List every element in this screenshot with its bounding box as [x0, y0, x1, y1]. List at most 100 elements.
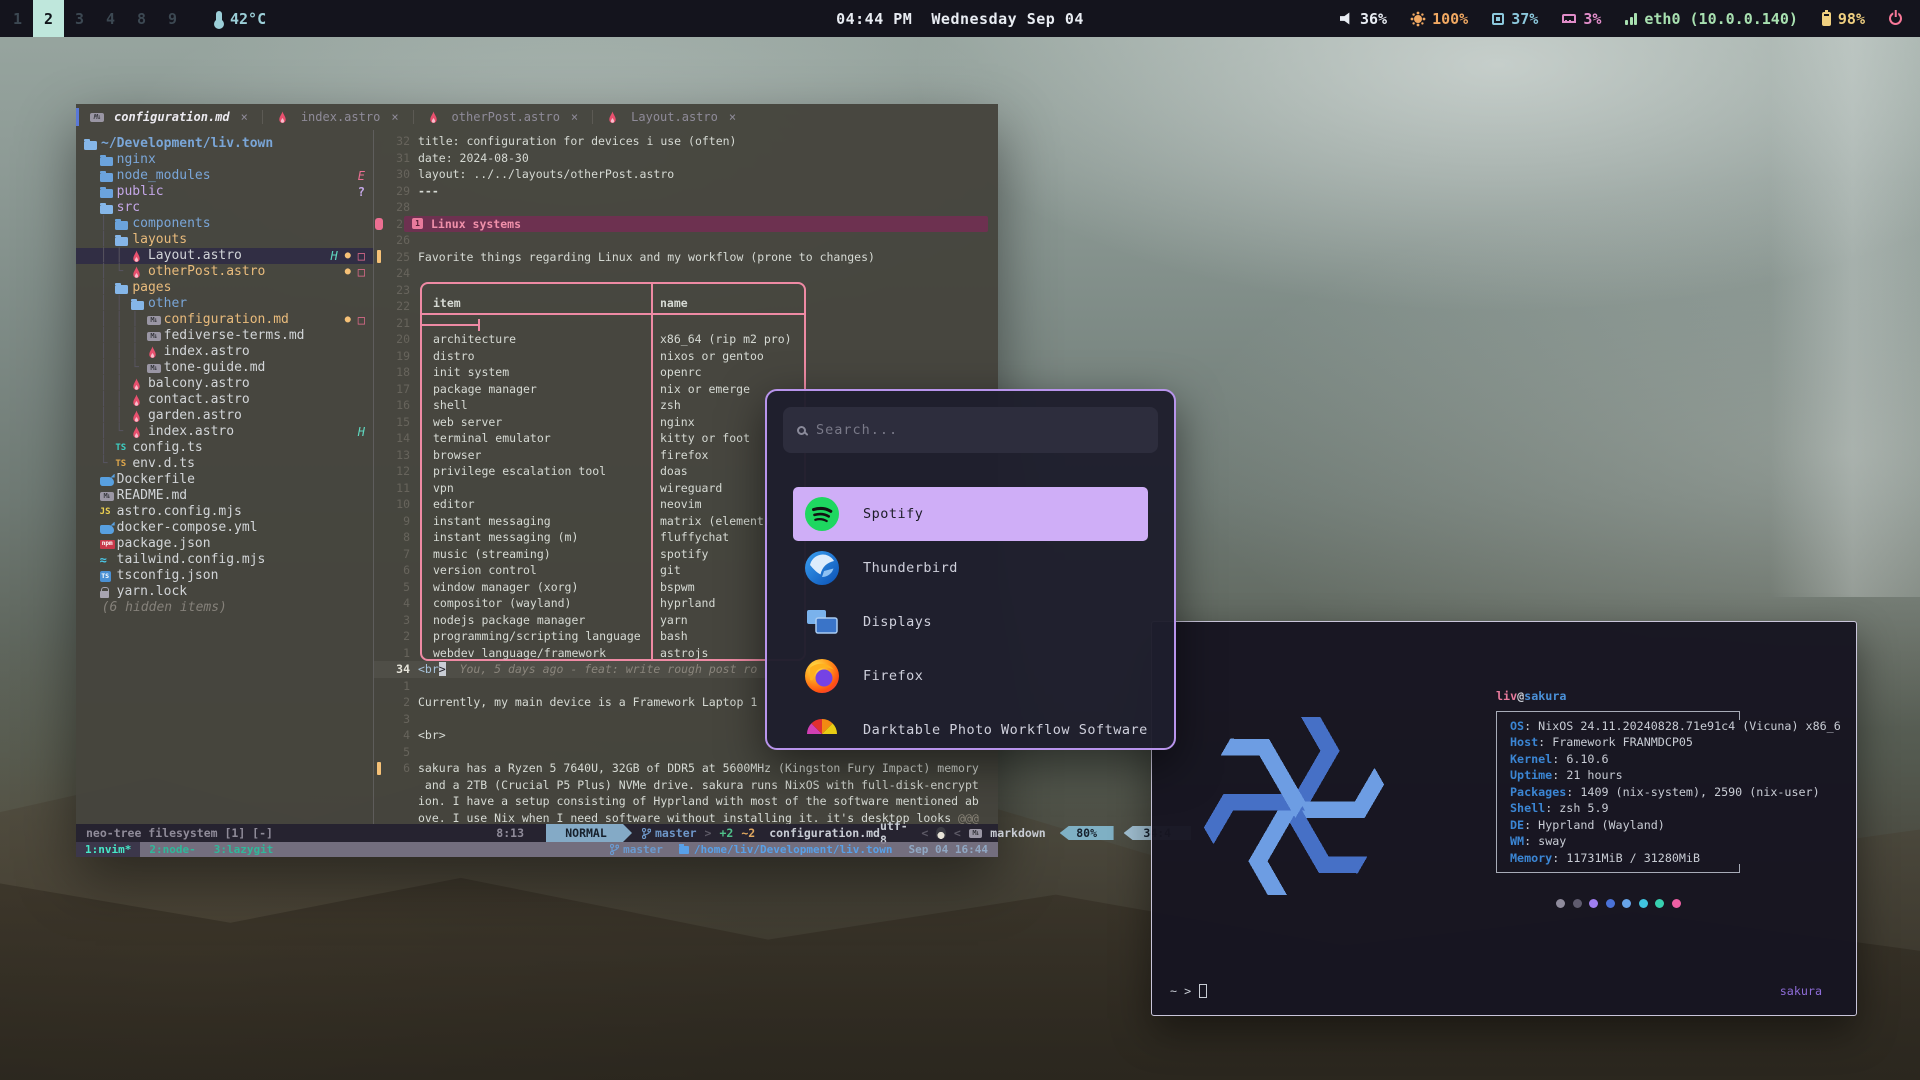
volume-module[interactable]: 36%	[1340, 10, 1387, 28]
tree-item-tailwind.config.mjs[interactable]: ≈tailwind.config.mjs	[76, 552, 373, 568]
markdown-icon: M↓	[147, 329, 164, 343]
tree-item-index.astro[interactable]: │ └ index.astroH	[76, 424, 373, 440]
tree-item-tsconfig.json[interactable]: TStsconfig.json	[76, 568, 373, 584]
close-icon[interactable]: ×	[729, 110, 736, 124]
table-row: window manager (xorg)bspwm	[422, 579, 804, 596]
tree-item-label: tsconfig.json	[117, 568, 219, 584]
launcher-item-Firefox[interactable]: Firefox	[793, 649, 1148, 703]
tree-item-garden.astro[interactable]: │ │ garden.astro	[76, 408, 373, 424]
close-icon[interactable]: ×	[571, 110, 578, 124]
tree-item-node_modules[interactable]: node_modulesE	[76, 168, 373, 184]
tree-item-other[interactable]: │ │ other	[76, 296, 373, 312]
tree-item-yarn.lock[interactable]: yarn.lock	[76, 584, 373, 600]
close-icon[interactable]: ×	[241, 110, 248, 124]
tree-item-components[interactable]: │ components	[76, 216, 373, 232]
memory-module[interactable]: 3%	[1562, 10, 1601, 28]
statusline-filename: configuration.md	[769, 826, 880, 840]
power-module[interactable]	[1889, 12, 1902, 25]
temperature-module[interactable]: 42°C	[216, 10, 266, 28]
network-module[interactable]: eth0 (10.0.0.140)	[1625, 10, 1798, 28]
tree-item-balcony.astro[interactable]: │ │ balcony.astro	[76, 376, 373, 392]
tree-item-label: index.astro	[164, 344, 250, 360]
search-input[interactable]: Search...	[783, 407, 1158, 453]
launcher-item-Displays[interactable]: Displays	[793, 595, 1148, 649]
tree-item-config.ts[interactable]: │ TSconfig.ts	[76, 440, 373, 456]
close-icon[interactable]: ×	[391, 110, 398, 124]
tree-item-Layout.astro[interactable]: │ │ Layout.astroH●□	[76, 248, 373, 264]
tmux-window-1:nvim*[interactable]: 1:nvim*	[76, 842, 140, 857]
tree-item-astro.config.mjs[interactable]: JSastro.config.mjs	[76, 504, 373, 520]
workspace-button-1[interactable]: 1	[2, 0, 33, 37]
tab-index.astro[interactable]: index.astro×	[263, 104, 413, 130]
tree-item-layouts[interactable]: │ layouts	[76, 232, 373, 248]
fetch-terminal-window[interactable]: liv@sakura OS: NixOS 24.11.20240828.71e9…	[1151, 621, 1857, 1016]
clock: 04:44 PM Wednesday Sep 04	[836, 10, 1084, 28]
info-line-Memory: Memory: 11731MiB / 31280MiB	[1510, 850, 1738, 867]
tab-otherPost.astro[interactable]: otherPost.astro×	[414, 104, 593, 130]
status-bar: 123489 42°C 04:44 PM Wednesday Sep 04 36…	[0, 0, 1920, 37]
table-row: terminal emulatorkitty or foot	[422, 430, 804, 447]
tree-item-Dockerfile[interactable]: Dockerfile	[76, 472, 373, 488]
cpu-module[interactable]: 37%	[1492, 10, 1538, 28]
folder-icon	[100, 153, 117, 167]
tsconfig-icon: TS	[100, 569, 117, 583]
tmux-window-3:lazygit[interactable]: 3:lazygit	[205, 842, 283, 857]
tree-item-contact.astro[interactable]: │ │ contact.astro	[76, 392, 373, 408]
tree-item-index.astro[interactable]: │ │ │ index.astro	[76, 344, 373, 360]
battery-module[interactable]: 98%	[1822, 10, 1865, 28]
launcher-item-Darktable Photo Workflow Software[interactable]: Darktable Photo Workflow Software	[793, 703, 1148, 750]
cpu-value: 37%	[1511, 10, 1538, 28]
editor-line: 31date: 2024-08-30	[374, 150, 998, 167]
tree-item-otherPost.astro[interactable]: │ └ otherPost.astro●□	[76, 264, 373, 280]
filetype-indicator: markdown	[990, 826, 1045, 840]
tree-item-env.d.ts[interactable]: └ TSenv.d.ts	[76, 456, 373, 472]
brightness-icon	[1414, 15, 1422, 23]
tree-item-(6 hidden items)[interactable]: (6 hidden items)	[76, 600, 373, 616]
editor-line: 25Favorite things regarding Linux and my…	[374, 249, 998, 266]
power-icon	[1889, 12, 1902, 25]
workspace-button-4[interactable]: 4	[95, 0, 126, 37]
workspace-button-2[interactable]: 2	[33, 0, 64, 37]
workspace-button-3[interactable]: 3	[64, 0, 95, 37]
tree-item-label: other	[148, 296, 187, 312]
tab-Layout.astro[interactable]: Layout.astro×	[593, 104, 750, 130]
tree-item-label: otherPost.astro	[148, 264, 265, 280]
tree-item-fediverse-terms.md[interactable]: │ │ │ M↓fediverse-terms.md	[76, 328, 373, 344]
tree-item-~/Development/liv.town[interactable]: ~/Development/liv.town	[76, 136, 373, 152]
workspace-switcher: 123489	[2, 0, 188, 37]
tree-item-README.md[interactable]: M↓README.md	[76, 488, 373, 504]
neo-tree-file-explorer[interactable]: ~/Development/liv.town nginx node_module…	[76, 130, 374, 824]
tree-item-tone-guide.md[interactable]: │ │ └ M↓tone-guide.md	[76, 360, 373, 376]
tree-item-nginx[interactable]: nginx	[76, 152, 373, 168]
app-launcher[interactable]: Search... SpotifyThunderbirdDisplaysFire…	[765, 389, 1176, 750]
volume-value: 36%	[1360, 10, 1387, 28]
shell-prompt[interactable]: ~ >	[1170, 984, 1207, 998]
launcher-item-Thunderbird[interactable]: Thunderbird	[793, 541, 1148, 595]
tmux-datetime: Sep 04 16:44	[909, 843, 988, 856]
table-row: architecturex86_64 (rip m2 pro)	[422, 331, 804, 348]
folder-open-icon	[115, 281, 132, 295]
tree-item-configuration.md[interactable]: │ │ │ M↓configuration.md●□	[76, 312, 373, 328]
tab-configuration.md[interactable]: M↓configuration.md×	[76, 104, 262, 130]
tree-item-public[interactable]: public?	[76, 184, 373, 200]
tree-item-docker-compose.yml[interactable]: docker-compose.yml	[76, 520, 373, 536]
tree-item-label: env.d.ts	[132, 456, 195, 472]
workspace-button-8[interactable]: 8	[126, 0, 157, 37]
lock-icon	[100, 585, 117, 599]
brightness-module[interactable]: 100%	[1411, 10, 1468, 28]
no-icon	[100, 601, 102, 615]
launcher-item-Spotify[interactable]: Spotify	[793, 487, 1148, 541]
astro-icon	[131, 265, 148, 279]
workspace-button-9[interactable]: 9	[157, 0, 188, 37]
folder-icon	[115, 217, 132, 231]
tree-item-src[interactable]: src	[76, 200, 373, 216]
memory-value: 3%	[1583, 10, 1601, 28]
folder-open-icon	[115, 233, 132, 247]
firefox-icon	[803, 657, 841, 695]
tree-item-package.json[interactable]: npmpackage.json	[76, 536, 373, 552]
astro-icon	[428, 110, 445, 124]
astro-icon	[131, 425, 148, 439]
typescript-icon: TS	[115, 457, 132, 471]
tree-item-pages[interactable]: │ pages	[76, 280, 373, 296]
tmux-window-2:node-[interactable]: 2:node-	[140, 842, 204, 857]
